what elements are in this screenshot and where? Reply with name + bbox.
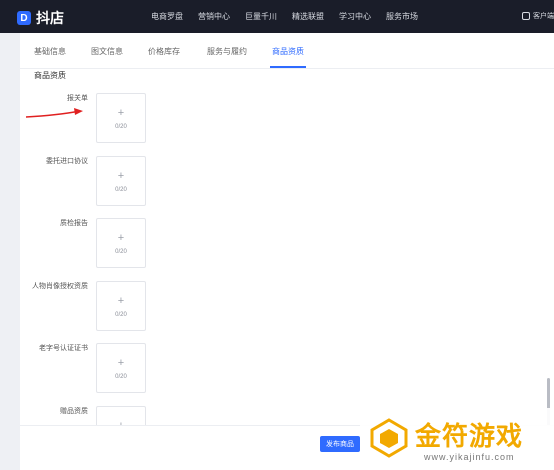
upload-count: 0/20 [115,312,127,318]
tab-price-stock[interactable]: 价格库存 [148,46,180,57]
label-portrait-authorization: 人物肖像授权资质 [32,283,88,290]
nav-item-service-market[interactable]: 服务市场 [386,11,418,22]
tab-qualification[interactable]: 商品资质 [272,46,304,57]
tab-basic-info[interactable]: 基础信息 [34,46,66,57]
site-watermark: 金符游戏 www.yikajinfu.com [360,408,554,470]
client-download-link[interactable]: 客户端 [522,11,554,21]
upload-customs-declaration[interactable]: + 0/20 [96,93,146,143]
top-navigation-bar: D 抖店 电商罗盘 营销中心 巨量千川 精选联盟 学习中心 服务市场 客户端 [0,0,554,33]
upload-count: 0/20 [115,187,127,193]
product-edit-card: 基础信息 图文信息 价格库存 服务与履约 商品资质 商品资质 报关单 + 0/2… [20,33,554,470]
upload-inspection-report[interactable]: + 0/20 [96,218,146,268]
download-icon [522,12,530,20]
watermark-url: www.yikajinfu.com [424,452,515,462]
section-tabs: 基础信息 图文信息 价格库存 服务与履约 商品资质 [20,33,554,69]
upload-portrait-authorization[interactable]: + 0/20 [96,281,146,331]
publish-button[interactable]: 发布商品 [320,436,360,452]
watermark-text: 金符游戏 [415,421,524,451]
upload-count: 0/20 [115,374,127,380]
nav-item-alliance[interactable]: 精选联盟 [292,11,324,22]
upload-count: 0/20 [115,249,127,255]
nav-item-compass[interactable]: 电商罗盘 [151,11,183,22]
tab-service-fulfillment[interactable]: 服务与履约 [207,46,247,57]
red-arrow-annotation [25,108,83,118]
doudian-logo-icon: D [17,11,31,25]
upload-time-honored-certificate[interactable]: + 0/20 [96,343,146,393]
nav-item-learning[interactable]: 学习中心 [339,11,371,22]
label-time-honored-certificate: 老字号认证证书 [39,345,88,352]
upload-count: 0/20 [115,124,127,130]
nav-item-marketing[interactable]: 营销中心 [198,11,230,22]
upload-import-agreement[interactable]: + 0/20 [96,156,146,206]
client-label: 客户端 [533,13,554,20]
plus-icon: + [117,232,125,244]
top-nav-menu: 电商罗盘 营销中心 巨量千川 精选联盟 学习中心 服务市场 [151,11,433,22]
plus-icon: + [117,170,125,182]
plus-icon: + [117,295,125,307]
label-customs-declaration: 报关单 [67,95,88,102]
label-inspection-report: 质检报告 [60,220,88,227]
label-import-agreement: 委托进口协议 [46,158,88,165]
section-title: 商品资质 [34,71,66,80]
label-gift-qualification: 赠品资质 [60,408,88,415]
active-tab-indicator [270,66,306,68]
watermark-logo-icon [370,418,408,458]
plus-icon: + [117,357,125,369]
tab-image-text[interactable]: 图文信息 [91,46,123,57]
nav-item-qianchuan[interactable]: 巨量千川 [245,11,277,22]
logo-text: 抖店 [36,10,64,26]
app-logo[interactable]: D 抖店 [17,8,64,28]
plus-icon: + [117,107,125,119]
